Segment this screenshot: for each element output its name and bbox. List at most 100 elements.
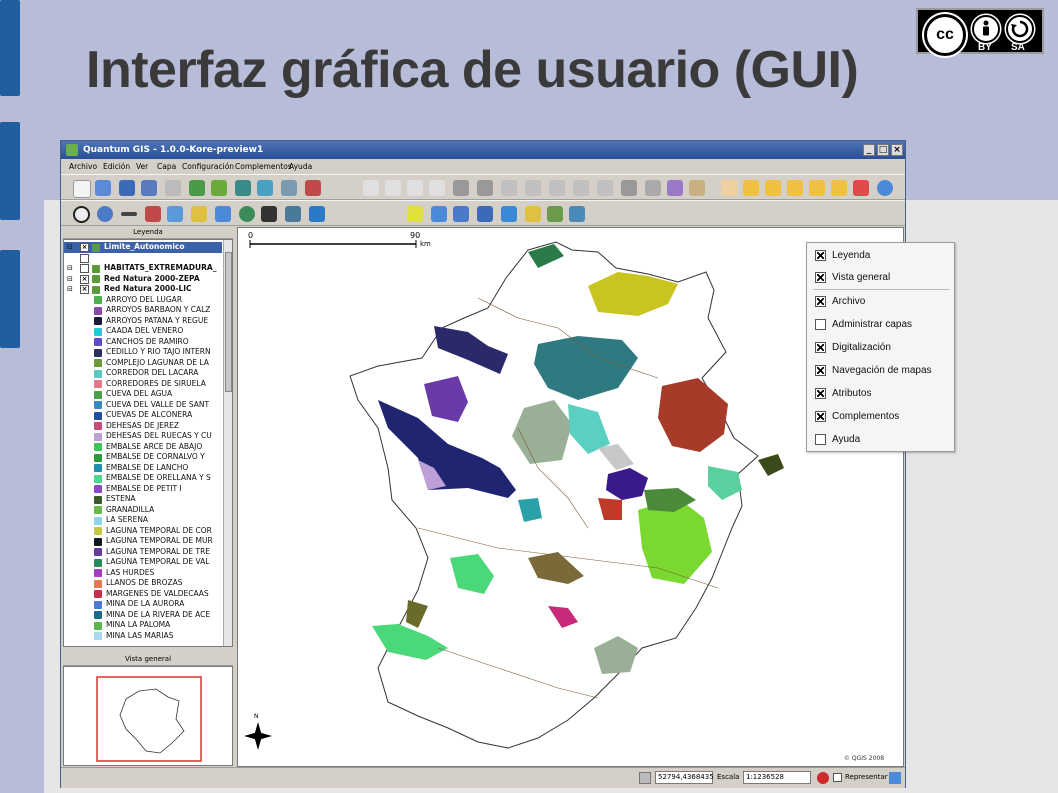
zoom-last-icon[interactable] [853,180,869,196]
quick-print-icon[interactable] [261,206,277,222]
move-feature-icon[interactable] [453,180,469,196]
panel-toggle-checkbox[interactable] [815,411,826,422]
layer-visibility-checkbox[interactable]: × [80,243,89,252]
add-vertex-icon[interactable] [501,180,517,196]
georeferencer-icon[interactable] [191,206,207,222]
legend-layer-item[interactable]: ⊟ × Limite_Autonomico [64,242,222,253]
minimize-icon[interactable]: _ [863,144,875,156]
measure-line-icon[interactable] [477,206,493,222]
menu-item-panel-toggle[interactable]: Archivo [807,291,954,313]
legend-scroll-thumb[interactable] [225,252,232,392]
move-vertex-icon[interactable] [525,180,541,196]
zoom-layer-icon[interactable] [831,180,847,196]
map-tips-icon[interactable] [525,206,541,222]
menu-item-panel-toggle[interactable]: Ayuda [807,429,954,451]
refresh-icon[interactable] [877,180,893,196]
legend-scrollbar[interactable] [223,240,232,646]
split-feature-icon[interactable] [477,180,493,196]
panel-toggle-checkbox[interactable] [815,434,826,445]
panel-toggle-checkbox[interactable] [815,319,826,330]
close-icon[interactable]: × [891,144,903,156]
add-vector-icon[interactable] [189,180,205,196]
save-as-icon[interactable] [141,180,157,196]
menu-edicion[interactable]: Edición [103,162,130,171]
wfs-icon[interactable] [309,206,325,222]
scale-bar-icon[interactable] [121,212,137,216]
menu-archivo[interactable]: Archivo [69,162,97,171]
capture-line-icon[interactable] [407,180,423,196]
add-island-icon[interactable] [597,180,613,196]
layer-visibility-checkbox[interactable]: × [80,274,89,284]
add-postgis-icon[interactable] [235,180,251,196]
add-layer-icon[interactable] [281,180,297,196]
add-raster-icon[interactable] [211,180,227,196]
expand-toggle-icon[interactable]: ⊟ [67,284,73,295]
panel-toggle-checkbox[interactable] [815,388,826,399]
panel-toggle-checkbox[interactable] [815,296,826,307]
layer-visibility-checkbox[interactable]: × [80,285,89,294]
delimited-text-icon[interactable] [167,206,183,222]
copy-features-icon[interactable] [667,180,683,196]
attribute-table-icon[interactable] [453,206,469,222]
render-checkbox[interactable] [833,773,842,782]
add-ring-icon[interactable] [573,180,589,196]
menu-item-panel-toggle[interactable]: Navegación de mapas [807,360,954,382]
grid-maker-icon[interactable] [215,206,231,222]
expand-toggle-icon[interactable]: ⊟ [67,242,73,253]
menu-configuracion[interactable]: Configuración [182,162,234,171]
select-icon[interactable] [431,206,447,222]
menu-ayuda[interactable]: Ayuda [289,162,312,171]
crs-icon[interactable] [889,772,901,784]
layer-visibility-checkbox[interactable] [80,253,89,263]
menu-ver[interactable]: Ver [136,162,148,171]
map-canvas[interactable]: 0 90 km N © QGIS 2008 [237,227,904,767]
new-project-icon[interactable] [73,180,91,198]
menu-item-panel-toggle[interactable]: Atributos [807,383,954,405]
menu-item-panel-toggle[interactable]: Vista general [807,267,954,289]
gps-icon[interactable] [145,206,161,222]
menu-capa[interactable]: Capa [157,162,176,171]
expand-toggle-icon[interactable]: ⊟ [67,274,73,285]
remove-layer-icon[interactable] [305,180,321,196]
panel-toggle-checkbox[interactable] [815,272,826,283]
menu-item-panel-toggle[interactable]: Leyenda [807,245,954,267]
maximize-icon[interactable]: □ [877,144,889,156]
coord-toggle-icon[interactable] [639,772,651,784]
menu-item-panel-toggle[interactable]: Complementos [807,406,954,428]
panel-toggle-checkbox[interactable] [815,250,826,261]
legend-panel-header[interactable]: Leyenda [63,227,233,239]
paste-features-icon[interactable] [689,180,705,196]
save-icon[interactable] [119,180,135,196]
copyright-icon[interactable] [73,206,90,223]
cut-features-icon[interactable] [645,180,661,196]
stop-render-icon[interactable] [817,772,829,784]
window-titlebar[interactable]: Quantum GIS - 1.0.0-Kore-preview1 _ □ × [61,141,905,159]
delete-vertex-icon[interactable] [549,180,565,196]
panel-toggle-checkbox[interactable] [815,342,826,353]
menu-item-panel-toggle[interactable]: Administrar capas [807,314,954,336]
panel-toggle-checkbox[interactable] [815,365,826,376]
legend-tree[interactable]: ⊟ × Limite_Autonomico ⊟ HABITATS_EXTREMADURA… [63,239,233,647]
open-project-icon[interactable] [95,180,111,196]
measure-area-icon[interactable] [501,206,517,222]
menu-item-panel-toggle[interactable]: Digitalización [807,337,954,359]
zoom-selection-icon[interactable] [809,180,825,196]
spit-icon[interactable] [239,206,255,222]
pan-icon[interactable] [721,180,737,196]
expand-toggle-icon[interactable]: ⊟ [67,263,73,274]
capture-point-icon[interactable] [385,180,401,196]
grass-icon[interactable] [285,206,301,222]
scale-input[interactable]: 1:1236528 [743,771,811,784]
identify-icon[interactable] [407,206,423,222]
toggle-edit-icon[interactable] [363,180,379,196]
overview-panel-header[interactable]: Vista general [63,654,233,666]
menu-complementos[interactable]: Complementos [235,162,292,171]
new-bookmark-icon[interactable] [547,206,563,222]
north-arrow-icon[interactable] [97,206,113,222]
layer-visibility-checkbox[interactable] [80,264,89,273]
show-bookmarks-icon[interactable] [569,206,585,222]
delete-selected-icon[interactable] [621,180,637,196]
zoom-full-icon[interactable] [787,180,803,196]
capture-polygon-icon[interactable] [429,180,445,196]
zoom-out-icon[interactable] [765,180,781,196]
